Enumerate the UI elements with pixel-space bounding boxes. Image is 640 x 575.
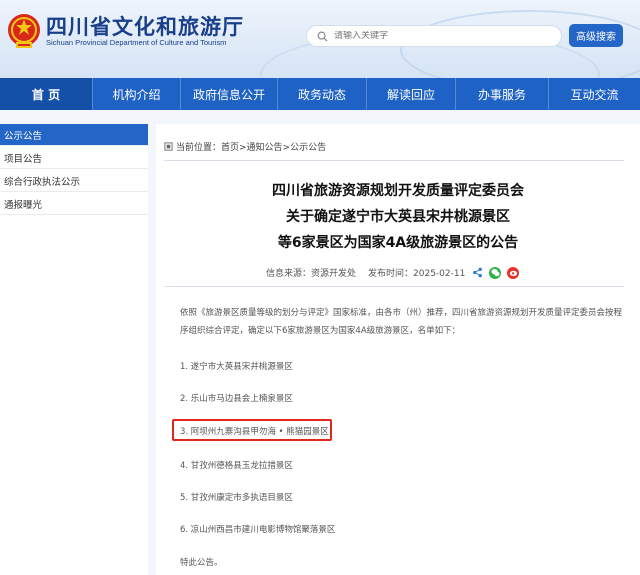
list-item: 6. 凉山州西昌市建川电影博物馆聚落景区 bbox=[180, 525, 336, 535]
list-item: 1. 遂宁市大英县宋井桃源景区 bbox=[180, 362, 293, 372]
article-title-line-2: 关于确定遂宁市大英县宋井桃源景区 bbox=[286, 209, 510, 225]
list-item: 2. 乐山市马边县会上楠泉景区 bbox=[180, 394, 293, 404]
search-input[interactable] bbox=[334, 31, 554, 41]
sidebar-item-exposure[interactable]: 通报曝光 bbox=[0, 193, 148, 215]
nav-about[interactable]: 机构介绍 bbox=[93, 78, 180, 110]
article-source: 信息来源：资源开发处 bbox=[266, 269, 357, 279]
share-icon[interactable] bbox=[471, 267, 483, 279]
nav-interpretation[interactable]: 解读回应 bbox=[367, 78, 455, 110]
nav-home[interactable]: 首 页 bbox=[0, 78, 92, 110]
site-subtitle: Sichuan Provincial Department of Culture… bbox=[46, 38, 227, 47]
national-emblem-icon bbox=[8, 14, 40, 48]
main-nav: 首 页 机构介绍 政府信息公开 政务动态 解读回应 办事服务 互动交流 bbox=[0, 78, 640, 110]
weibo-icon[interactable] bbox=[507, 266, 520, 279]
list-item: 5. 甘孜州康定市多执语目景区 bbox=[180, 493, 293, 503]
sidebar: 公示公告 项目公告 综合行政执法公示 通报曝光 bbox=[0, 124, 148, 575]
sidebar-item-enforcement[interactable]: 综合行政执法公示 bbox=[0, 170, 148, 192]
nav-gov-info[interactable]: 政府信息公开 bbox=[181, 78, 277, 110]
sidebar-item-announcements[interactable]: 公示公告 bbox=[0, 124, 148, 146]
breadcrumb-prefix: 当前位置： bbox=[176, 143, 222, 153]
nav-interaction[interactable]: 互动交流 bbox=[549, 78, 640, 110]
breadcrumb-path[interactable]: 首页>通知公告>公示公告 bbox=[221, 140, 326, 153]
site-title[interactable]: 四川省文化和旅游厅 bbox=[46, 11, 244, 41]
list-item: 4. 甘孜州德格县玉龙拉措景区 bbox=[180, 461, 293, 471]
search-icon bbox=[317, 31, 328, 42]
article-meta: 信息来源：资源开发处 发布时间：2025-02-11 bbox=[266, 266, 520, 279]
article-panel: 当前位置： 首页>通知公告>公示公告 四川省旅游资源规划开发质量评定委员会 关于… bbox=[156, 124, 640, 575]
advanced-search-button[interactable]: 高级搜索 bbox=[569, 24, 623, 47]
nav-services[interactable]: 办事服务 bbox=[456, 78, 548, 110]
article-title-line-3: 等6家景区为国家4A级旅游景区的公告 bbox=[277, 235, 519, 251]
nav-news[interactable]: 政务动态 bbox=[278, 78, 366, 110]
article-intro: 依照《旅游景区质量等级的划分与评定》国家标准，由各市（州）推荐，四川省旅游资源规… bbox=[180, 308, 623, 336]
article-closing: 特此公告。 bbox=[180, 558, 223, 568]
article-date: 发布时间：2025-02-11 bbox=[368, 269, 466, 279]
breadcrumb: 当前位置： 首页>通知公告>公示公告 bbox=[164, 140, 326, 153]
site-header: 四川省文化和旅游厅 Sichuan Provincial Department … bbox=[0, 0, 640, 78]
sidebar-item-project-notices[interactable]: 项目公告 bbox=[0, 147, 148, 169]
search-box[interactable] bbox=[306, 25, 562, 47]
article-title-line-1: 四川省旅游资源规划开发质量评定委员会 bbox=[272, 183, 524, 199]
location-icon bbox=[164, 142, 173, 151]
wechat-icon[interactable] bbox=[489, 266, 502, 279]
highlight-annotation-box bbox=[172, 419, 332, 441]
